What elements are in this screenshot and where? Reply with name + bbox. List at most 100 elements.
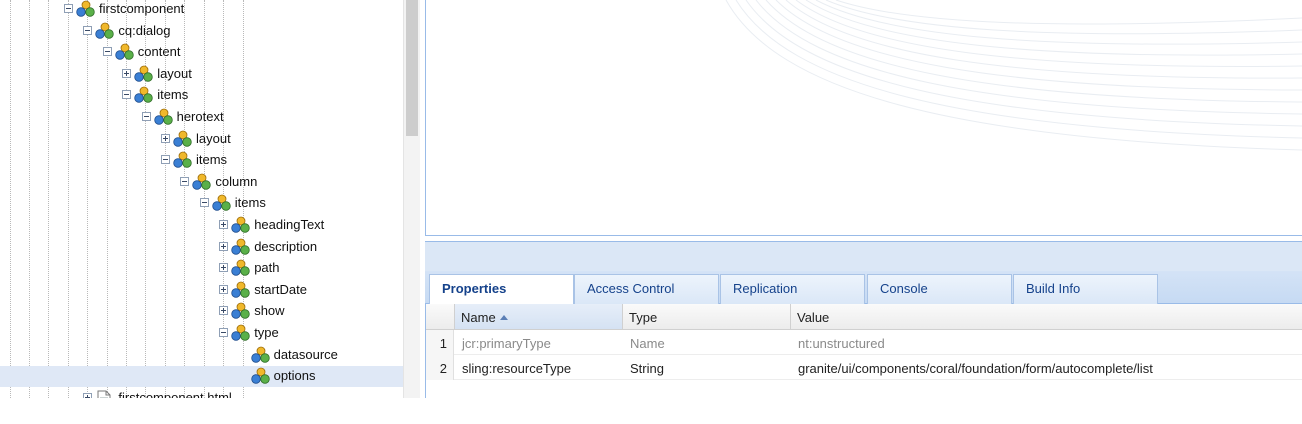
tab-label: Replication	[733, 281, 798, 296]
content-tree: firstcomponent cq:dialog content layout item…	[0, 0, 403, 398]
tree-node-column[interactable]: column	[0, 172, 403, 193]
table-row[interactable]: 2 sling:resourceType String granite/ui/comp…	[426, 355, 1302, 380]
expand-icon[interactable]	[83, 392, 93, 398]
tab-label: Access Control	[587, 281, 675, 296]
panel-splitter[interactable]	[425, 241, 1302, 271]
tree-node-layout[interactable]: layout	[0, 129, 403, 150]
tree-node-label: firstcomponent.html	[118, 389, 232, 398]
tree-node-label: type	[254, 325, 279, 340]
tree-node-type[interactable]: type	[0, 323, 403, 344]
tree-node-options[interactable]: options	[0, 366, 403, 388]
expand-icon[interactable]	[219, 284, 229, 294]
tree-node-cq-dialog[interactable]: cq:dialog	[0, 21, 403, 42]
tree-scrollbar[interactable]	[403, 0, 420, 398]
grid-rownum-header	[426, 304, 455, 330]
column-header-type-label: Type	[629, 310, 658, 325]
tree-node-herotext[interactable]: herotext	[0, 107, 403, 128]
tree-node-startdate[interactable]: startDate	[0, 280, 403, 301]
tree-node-datasource[interactable]: datasource	[0, 345, 403, 366]
node-icon	[134, 86, 154, 104]
file-icon	[97, 390, 111, 398]
expand-icon[interactable]	[219, 306, 229, 316]
table-row[interactable]: 1 jcr:primaryType Name nt:unstructured	[426, 330, 1302, 355]
collapse-icon[interactable]	[64, 4, 73, 13]
tree-node-label: startDate	[254, 281, 307, 297]
tree-node-label: herotext	[176, 109, 224, 124]
node-icon	[231, 238, 251, 256]
tree-node-label: path	[254, 260, 280, 276]
tree-scroll-thumb[interactable]	[406, 0, 418, 136]
node-icon	[231, 281, 251, 299]
tab-label: Console	[880, 281, 928, 296]
column-header-name[interactable]: Name	[455, 304, 623, 330]
node-icon	[115, 43, 135, 61]
tree-node-show[interactable]: show	[0, 301, 403, 322]
tree-node-label: cq:dialog	[118, 22, 171, 38]
tab-properties[interactable]: Properties	[429, 274, 574, 305]
tab-build-info[interactable]: Build Info	[1013, 274, 1158, 304]
node-icon	[231, 259, 251, 277]
content-preview-pane	[425, 0, 1302, 236]
row-number: 2	[426, 355, 454, 380]
column-header-value-label: Value	[797, 310, 830, 325]
column-header-value[interactable]: Value	[791, 304, 1302, 330]
tree-node-firstcomponent-html[interactable]: firstcomponent.html	[0, 388, 403, 398]
node-icon	[173, 130, 193, 148]
cell-name: jcr:primaryType	[462, 336, 551, 351]
collapse-icon[interactable]	[102, 47, 112, 57]
node-icon	[231, 302, 251, 320]
node-icon	[134, 65, 154, 83]
tree-node-label: firstcomponent	[99, 1, 185, 16]
tree-node-label: layout	[196, 130, 231, 146]
tree-node-label: headingText	[254, 217, 325, 232]
tab-console[interactable]: Console	[867, 274, 1012, 304]
tree-node-description[interactable]: description	[0, 237, 403, 258]
tab-access-control[interactable]: Access Control	[574, 274, 719, 304]
collapse-icon[interactable]	[83, 25, 93, 35]
tree-node-firstcomponent[interactable]: firstcomponent	[0, 0, 403, 20]
collapse-icon[interactable]	[219, 328, 229, 337]
node-icon	[153, 108, 174, 126]
properties-grid: Name Type Value 1 jcr:primaryType Name nt:u…	[425, 304, 1302, 398]
tree-node-content[interactable]: content	[0, 42, 403, 63]
collapse-icon[interactable]	[141, 112, 151, 121]
node-icon	[192, 173, 212, 191]
cell-value[interactable]: granite/ui/components/coral/foundation/f…	[798, 361, 1153, 376]
sort-ascending-icon	[499, 315, 508, 320]
expand-icon[interactable]	[122, 68, 132, 78]
tree-node-layout[interactable]: layout	[0, 64, 403, 85]
tree-node-headingtext[interactable]: headingText	[0, 215, 403, 236]
expand-icon[interactable]	[219, 263, 229, 273]
collapse-icon[interactable]	[199, 198, 209, 208]
tree-node-items[interactable]: items	[0, 150, 403, 171]
node-icon	[231, 216, 251, 234]
tab-label: Build Info	[1026, 281, 1081, 296]
collapse-icon[interactable]	[122, 90, 132, 100]
tab-label: Properties	[442, 281, 507, 296]
tree-node-items[interactable]: items	[0, 85, 403, 106]
cell-value[interactable]: nt:unstructured	[798, 336, 885, 351]
expand-icon[interactable]	[219, 241, 229, 251]
tree-node-path[interactable]: path	[0, 258, 403, 279]
expand-icon[interactable]	[161, 133, 170, 143]
tree-node-label: layout	[157, 65, 192, 81]
expand-icon[interactable]	[219, 220, 229, 229]
row-number: 1	[426, 330, 454, 355]
tree-node-label: show	[254, 303, 285, 319]
tree-node-label: items	[234, 195, 266, 211]
node-icon	[95, 22, 115, 40]
node-icon	[212, 194, 232, 212]
tab-replication[interactable]: Replication	[720, 274, 865, 304]
node-icon	[173, 151, 193, 169]
column-header-type[interactable]: Type	[623, 304, 791, 330]
collapse-icon[interactable]	[161, 155, 170, 165]
cell-name: sling:resourceType	[462, 361, 572, 376]
cell-type: String	[630, 361, 664, 376]
tree-node-label: datasource	[273, 346, 338, 362]
node-icon	[250, 346, 271, 364]
tree-node-label: options	[273, 368, 316, 384]
collapse-icon[interactable]	[180, 176, 190, 186]
tree-node-label: content	[137, 44, 181, 60]
node-icon	[76, 0, 96, 18]
tree-node-items[interactable]: items	[0, 193, 403, 214]
